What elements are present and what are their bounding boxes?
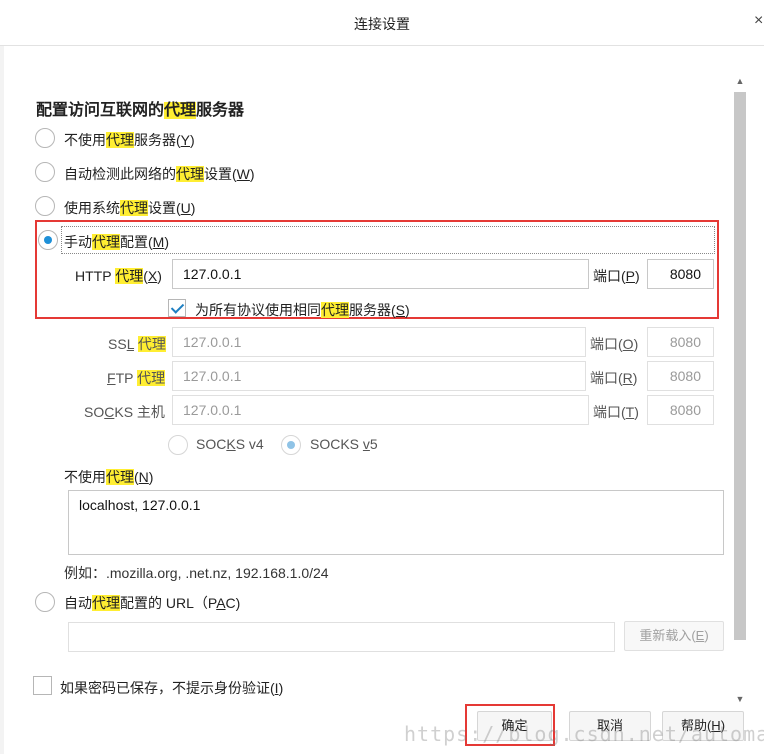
dialog-titlebar: 连接设置 ×	[0, 0, 764, 46]
ftp-proxy-label: FTP 代理	[107, 370, 166, 386]
scrollbar-thumb[interactable]	[734, 92, 746, 640]
no-prompt-auth-label[interactable]: 如果密码已保存，不提示身份验证(I)	[60, 678, 283, 698]
no-proxy-for-textarea[interactable]: localhost, 127.0.0.1	[68, 490, 724, 555]
watermark-text: https://blog.csdn.net/automationwei	[404, 722, 764, 746]
radio-system-proxy[interactable]	[35, 196, 55, 216]
radio-socks-v4[interactable]	[168, 435, 188, 455]
no-proxy-example-text: 例如：.mozilla.org, .net.nz, 192.168.1.0/24	[64, 565, 329, 581]
ftp-proxy-input[interactable]: 127.0.0.1	[172, 361, 586, 391]
same-proxy-label[interactable]: 为所有协议使用相同代理服务器(S)	[195, 300, 410, 320]
ssl-port-label: 端口(O)	[590, 336, 639, 352]
socks-host-input[interactable]: 127.0.0.1	[172, 395, 589, 425]
ftp-port-label: 端口(R)	[590, 370, 638, 386]
radio-no-proxy[interactable]	[35, 128, 55, 148]
socks-port-input[interactable]: 8080	[647, 395, 714, 425]
reload-pac-button[interactable]: 重新载入(E)	[624, 621, 724, 651]
radio-pac-url-label[interactable]: 自动代理配置的 URL（PAC)	[64, 593, 240, 613]
ssl-proxy-input[interactable]: 127.0.0.1	[172, 327, 586, 357]
close-icon[interactable]: ×	[754, 12, 764, 32]
ssl-port-input[interactable]: 8080	[647, 327, 714, 357]
scroll-down-icon[interactable]: ▼	[733, 692, 747, 706]
scroll-up-icon[interactable]: ▲	[733, 74, 747, 88]
pac-url-input[interactable]	[68, 622, 615, 652]
ssl-proxy-label: SSL 代理	[108, 336, 166, 352]
dialog-title: 连接设置	[354, 16, 410, 32]
no-prompt-auth-checkbox[interactable]	[33, 676, 52, 695]
no-proxy-for-label: 不使用代理(N)	[64, 469, 154, 485]
radio-auto-detect[interactable]	[35, 162, 55, 182]
http-proxy-input[interactable]: 127.0.0.1	[172, 259, 589, 289]
radio-no-proxy-label[interactable]: 不使用代理服务器(Y)	[64, 130, 195, 150]
radio-pac-url[interactable]	[35, 592, 55, 612]
radio-socks-v5-label[interactable]: SOCKS v5	[310, 436, 378, 452]
radio-socks-v4-label[interactable]: SOCKS v4	[196, 436, 264, 452]
window-left-edge	[0, 46, 4, 754]
socks-host-label: SOCKS 主机	[84, 404, 165, 420]
ftp-port-input[interactable]: 8080	[647, 361, 714, 391]
radio-manual-proxy[interactable]	[38, 230, 58, 250]
http-port-input[interactable]: 8080	[647, 259, 714, 289]
http-proxy-label: HTTP 代理(X)	[75, 268, 162, 284]
radio-socks-v5[interactable]	[281, 435, 301, 455]
socks-port-label: 端口(T)	[593, 404, 639, 420]
scrollbar[interactable]: ▲ ▼	[733, 74, 747, 706]
radio-manual-proxy-label[interactable]: 手动代理配置(M)	[64, 232, 169, 252]
radio-auto-detect-label[interactable]: 自动检测此网络的代理设置(W)	[64, 164, 255, 184]
same-proxy-checkbox[interactable]	[168, 299, 186, 317]
http-port-label: 端口(P)	[593, 268, 640, 284]
radio-system-proxy-label[interactable]: 使用系统代理设置(U)	[64, 198, 195, 218]
section-heading: 配置访问互联网的代理服务器	[36, 102, 245, 119]
